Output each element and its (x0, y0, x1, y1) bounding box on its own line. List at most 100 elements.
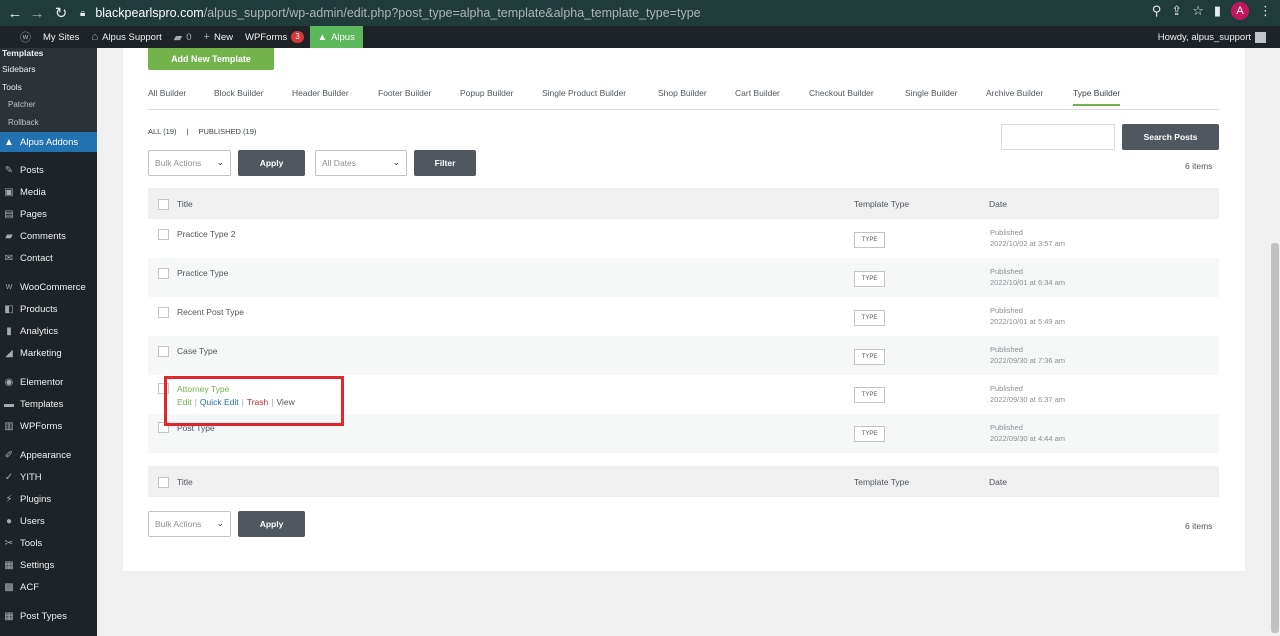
sidebar-item-post-types[interactable]: ▦ Post Types (0, 605, 97, 627)
sidepanel-icon[interactable]: ▮ (1214, 3, 1221, 19)
date-status: Published (990, 423, 1023, 432)
tab-type-builder[interactable]: Type Builder (1073, 88, 1121, 106)
filter-all-link[interactable]: ALL (19) (148, 127, 177, 136)
bulk-actions-select-top[interactable]: Bulk Actions ⌄ (148, 150, 231, 176)
sidebar-item-settings[interactable]: ▦ Settings (0, 554, 97, 576)
column-date[interactable]: Date (989, 477, 1007, 487)
post-title-link[interactable]: Recent Post Type (177, 307, 244, 317)
alpus-link[interactable]: ▲ Alpus (309, 26, 363, 48)
share-icon[interactable]: ⇪ (1171, 3, 1182, 19)
sidebar-item-wpforms[interactable]: ▥ WPForms (0, 415, 97, 437)
submenu-rollback[interactable]: Rollback (0, 114, 97, 132)
sidebar-item-analytics[interactable]: ▮ Analytics (0, 320, 97, 342)
dates-value: All Dates (322, 158, 357, 168)
sidebar-item-media[interactable]: ▣ Media (0, 181, 97, 203)
row-checkbox[interactable] (158, 346, 169, 357)
row-checkbox[interactable] (158, 229, 169, 240)
date-value: 2022/10/01 at 5:49 am (990, 317, 1066, 326)
submenu-patcher[interactable]: Patcher (0, 96, 97, 114)
browser-actions: ⚲ ⇪ ☆ ▮ A ⋮ (1152, 2, 1272, 20)
select-all-checkbox-bottom[interactable] (158, 477, 169, 488)
star-icon[interactable]: ☆ (1192, 3, 1204, 19)
table-header: Title Template Type Date (148, 188, 1219, 219)
comments-link[interactable]: ▰ 0 (168, 26, 198, 48)
column-template-type: Template Type (854, 199, 910, 209)
column-title[interactable]: Title (177, 199, 193, 209)
page-scrollbar[interactable] (1270, 48, 1280, 636)
filter-published-link[interactable]: PUBLISHED (19) (198, 127, 256, 136)
apply-button-bottom[interactable]: Apply (238, 511, 305, 537)
howdy-label: Howdy, alpus_support (1157, 31, 1251, 43)
reload-icon[interactable]: ↻ (50, 2, 72, 24)
tab-single-product-builder[interactable]: Single Product Builder (542, 88, 626, 98)
add-new-template-button[interactable]: Add New Template (148, 48, 274, 70)
scrollbar-thumb[interactable] (1271, 243, 1279, 633)
row-checkbox[interactable] (158, 268, 169, 279)
sidebar-item-plugins[interactable]: ⚡ Plugins (0, 488, 97, 510)
tab-single-builder[interactable]: Single Builder (905, 88, 957, 98)
tab-cart-builder[interactable]: Cart Builder (735, 88, 780, 98)
search-input[interactable] (1001, 124, 1115, 150)
table-icon: ▦ (4, 610, 14, 622)
sidebar-label: Plugins (20, 493, 52, 505)
wpforms-link[interactable]: WPForms 3 (239, 26, 310, 48)
table-row: Recent Post Type TYPE Published 2022/10/… (148, 297, 1219, 336)
sidebar-item-elementor[interactable]: ◉ Elementor (0, 371, 97, 393)
chevron-down-icon: ⌄ (216, 517, 224, 528)
filter-separator: | (186, 127, 189, 136)
tab-header-builder[interactable]: Header Builder (292, 88, 349, 98)
sidebar-item-alpus-addons[interactable]: ▲ Alpus Addons (0, 132, 97, 152)
sidebar-item-acf[interactable]: ▩ ACF (0, 576, 97, 598)
submenu-templates[interactable]: Templates (0, 48, 97, 60)
tab-archive-builder[interactable]: Archive Builder (986, 88, 1043, 98)
more-menu-icon[interactable]: ⋮ (1259, 3, 1272, 19)
submenu-tools[interactable]: Tools (0, 78, 97, 96)
tab-shop-builder[interactable]: Shop Builder (658, 88, 707, 98)
back-arrow-icon[interactable]: ← (4, 2, 26, 24)
filter-button[interactable]: Filter (414, 150, 476, 176)
sidebar-item-products[interactable]: ◧ Products (0, 298, 97, 320)
sidebar-item-contact[interactable]: ✉ Contact (0, 247, 97, 269)
site-name-link[interactable]: ⌂ Alpus Support (85, 26, 167, 48)
tab-popup-builder[interactable]: Popup Builder (460, 88, 513, 98)
sidebar-item-woocommerce[interactable]: W WooCommerce (0, 276, 97, 298)
tab-checkout-builder[interactable]: Checkout Builder (809, 88, 874, 98)
sidebar-item-templates[interactable]: ▬ Templates (0, 393, 97, 415)
column-title[interactable]: Title (177, 477, 193, 487)
dates-select[interactable]: All Dates ⌄ (315, 150, 407, 176)
sidebar-item-marketing[interactable]: ◢ Marketing (0, 342, 97, 364)
sidebar-item-comments[interactable]: ▰ Comments (0, 225, 97, 247)
tab-block-builder[interactable]: Block Builder (214, 88, 264, 98)
zoom-icon[interactable]: ⚲ (1152, 3, 1162, 19)
tab-footer-builder[interactable]: Footer Builder (378, 88, 431, 98)
account-menu[interactable]: Howdy, alpus_support (1158, 26, 1266, 48)
alpus-logo-icon: ▲ (317, 31, 328, 43)
builder-tabs: All Builder Block Builder Header Builder… (148, 84, 1219, 110)
post-title-link[interactable]: Practice Type 2 (177, 229, 235, 239)
address-bar[interactable]: 🔒︎ blackpearlspro.com/alpus_support/wp-a… (80, 3, 1120, 23)
sidebar-item-users[interactable]: ● Users (0, 510, 97, 532)
submenu-sidebars[interactable]: Sidebars (0, 60, 97, 78)
select-all-checkbox[interactable] (158, 199, 169, 210)
bulk-actions-value: Bulk Actions (155, 519, 202, 529)
forward-arrow-icon[interactable]: → (26, 2, 48, 24)
sidebar-item-tools[interactable]: ✂ Tools (0, 532, 97, 554)
tab-all-builder[interactable]: All Builder (148, 88, 186, 98)
search-posts-button[interactable]: Search Posts (1122, 124, 1219, 150)
sidebar-item-appearance[interactable]: ✐ Appearance (0, 444, 97, 466)
sidebar-item-pages[interactable]: ▤ Pages (0, 203, 97, 225)
row-checkbox[interactable] (158, 307, 169, 318)
sidebar-item-posts[interactable]: ✎ Posts (0, 159, 97, 181)
bulk-actions-select-bottom[interactable]: Bulk Actions ⌄ (148, 511, 231, 537)
column-date[interactable]: Date (989, 199, 1007, 209)
profile-avatar[interactable]: A (1231, 2, 1249, 20)
apply-button-top[interactable]: Apply (238, 150, 305, 176)
sidebar-item-yith[interactable]: ✓ YITH (0, 466, 97, 488)
new-label: New (213, 31, 233, 43)
post-title-link[interactable]: Practice Type (177, 268, 228, 278)
my-sites-link[interactable]: My Sites (37, 26, 85, 48)
items-count-top: 6 items (1185, 161, 1213, 171)
new-content-link[interactable]: + New (198, 26, 239, 48)
wordpress-logo-icon[interactable]: ⓦ (0, 26, 37, 48)
post-title-link[interactable]: Case Type (177, 346, 217, 356)
